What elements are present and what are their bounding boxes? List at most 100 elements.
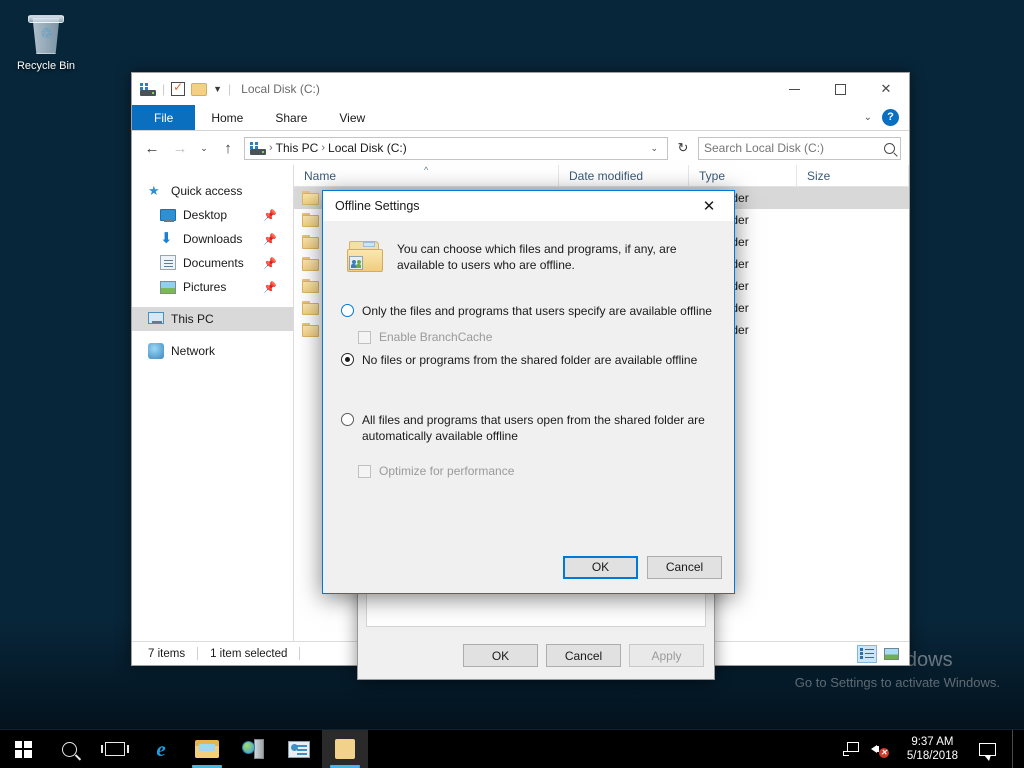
folder-icon xyxy=(302,323,319,337)
dialog-footer[interactable]: OK Cancel xyxy=(323,541,734,593)
close-icon[interactable]: ✕ xyxy=(690,192,728,220)
this-pc-icon[interactable] xyxy=(140,82,156,96)
recent-locations-button[interactable]: ⌄ xyxy=(196,136,212,160)
explorer-titlebar[interactable]: | ▼ | Local Disk (C:) ✕ xyxy=(132,73,909,105)
task-view-button[interactable] xyxy=(92,730,138,768)
offline-options-group[interactable]: Only the files and programs that users s… xyxy=(337,303,720,478)
chevron-down-icon[interactable]: ▼ xyxy=(213,84,222,94)
sidebar-item-downloads[interactable]: ⬇ Downloads 📌 xyxy=(132,227,293,251)
cancel-button[interactable]: Cancel xyxy=(647,555,722,579)
checkbox-icon[interactable] xyxy=(358,464,371,478)
column-header-type[interactable]: Type xyxy=(689,164,797,187)
sidebar-item-quick-access[interactable]: ★ Quick access xyxy=(132,179,293,203)
breadcrumb-local-disk[interactable]: Local Disk (C:) xyxy=(328,141,407,155)
ribbon-right-controls[interactable]: ⌄ ? xyxy=(864,105,909,130)
search-input[interactable]: Search Local Disk (C:) xyxy=(698,136,901,160)
documents-icon xyxy=(160,255,176,271)
taskbar[interactable]: e ✕ 9:37 AM 5/18/2018 xyxy=(0,729,1024,768)
properties-icon[interactable] xyxy=(171,80,186,96)
pin-icon[interactable]: 📌 xyxy=(263,257,277,270)
radio-icon[interactable] xyxy=(341,353,354,366)
help-icon[interactable]: ? xyxy=(882,109,899,126)
folder-icon xyxy=(302,191,319,205)
volume-muted-icon[interactable]: ✕ xyxy=(870,742,889,758)
sidebar-item-this-pc[interactable]: This PC xyxy=(132,307,293,331)
navigation-bar[interactable]: ← → ⌄ ↑ › This PC › Local Disk (C:) ⌄ ↻ … xyxy=(132,131,909,165)
dialog-body: You can choose which files and programs,… xyxy=(323,221,734,541)
radio-option-no-files[interactable]: No files or programs from the shared fol… xyxy=(341,352,720,368)
folder-icon xyxy=(302,213,319,227)
dialog-titlebar[interactable]: Offline Settings ✕ xyxy=(323,191,734,221)
up-button[interactable]: ↑ xyxy=(216,136,240,160)
ok-button[interactable]: OK xyxy=(463,644,538,667)
tab-home[interactable]: Home xyxy=(195,105,259,130)
taskbar-app-file-explorer[interactable] xyxy=(184,730,230,768)
tab-share[interactable]: Share xyxy=(259,105,323,130)
refresh-button[interactable]: ↻ xyxy=(672,137,694,160)
sidebar-item-network[interactable]: Network xyxy=(132,339,293,363)
pin-icon[interactable]: 📌 xyxy=(263,233,277,246)
clock[interactable]: 9:37 AM 5/18/2018 xyxy=(903,735,962,763)
sidebar-item-label: Desktop xyxy=(183,208,228,222)
close-button[interactable]: ✕ xyxy=(863,73,909,105)
sidebar-item-documents[interactable]: Documents 📌 xyxy=(132,251,293,275)
tab-view[interactable]: View xyxy=(323,105,381,130)
tab-file[interactable]: File xyxy=(132,105,196,130)
sidebar-item-label: This PC xyxy=(171,312,214,326)
pin-icon[interactable]: 📌 xyxy=(263,281,277,294)
start-button[interactable] xyxy=(0,730,46,768)
quick-access-toolbar[interactable]: | ▼ | xyxy=(140,80,231,96)
cancel-button[interactable]: Cancel xyxy=(546,644,621,667)
forward-button[interactable]: → xyxy=(168,136,192,160)
radio-icon[interactable] xyxy=(341,413,354,426)
show-desktop-button[interactable] xyxy=(1012,729,1018,768)
search-button[interactable] xyxy=(46,730,92,768)
radio-option-users-specify[interactable]: Only the files and programs that users s… xyxy=(341,303,720,319)
navigation-pane[interactable]: ★ Quick access Desktop 📌 ⬇ Downloads 📌 D… xyxy=(132,165,293,641)
pictures-icon xyxy=(160,279,176,295)
breadcrumb-this-pc[interactable]: This PC xyxy=(276,141,319,155)
checkbox-icon[interactable] xyxy=(358,330,371,344)
radio-option-all-files[interactable]: All files and programs that users open f… xyxy=(341,412,713,444)
properties-dialog-buttons[interactable]: OK Cancel Apply xyxy=(463,644,704,667)
column-header-date-modified[interactable]: Date modified xyxy=(559,164,689,187)
checkbox-enable-branchcache[interactable]: Enable BranchCache xyxy=(358,330,720,344)
ok-button[interactable]: OK xyxy=(563,555,638,579)
search-icon[interactable] xyxy=(884,142,895,154)
view-buttons[interactable] xyxy=(857,644,909,663)
ribbon-tabs[interactable]: File Home Share View ⌄ ? xyxy=(132,105,909,131)
taskbar-app-local-disk-window[interactable] xyxy=(322,730,368,768)
taskbar-app-internet-explorer[interactable]: e xyxy=(138,730,184,768)
action-center-button[interactable] xyxy=(972,742,1002,761)
radio-label: Only the files and programs that users s… xyxy=(362,304,712,318)
maximize-button[interactable] xyxy=(817,73,863,105)
checkbox-label: Enable BranchCache xyxy=(379,330,493,344)
search-placeholder: Search Local Disk (C:) xyxy=(704,141,825,155)
details-view-button[interactable] xyxy=(857,644,877,663)
window-controls[interactable]: ✕ xyxy=(771,73,909,105)
sidebar-item-desktop[interactable]: Desktop 📌 xyxy=(132,203,293,227)
minimize-button[interactable] xyxy=(771,73,817,105)
offline-settings-dialog[interactable]: Offline Settings ✕ You can choose which … xyxy=(322,190,735,594)
taskbar-app-server-manager[interactable] xyxy=(230,730,276,768)
address-bar[interactable]: › This PC › Local Disk (C:) ⌄ xyxy=(244,136,668,160)
radio-icon[interactable] xyxy=(341,304,354,317)
folder-icon xyxy=(302,301,319,315)
new-folder-icon[interactable] xyxy=(191,82,208,96)
system-tray[interactable]: ✕ 9:37 AM 5/18/2018 xyxy=(837,729,1024,768)
back-button[interactable]: ← xyxy=(140,136,164,160)
pin-icon[interactable]: 📌 xyxy=(263,209,277,222)
chevron-down-icon[interactable]: ⌄ xyxy=(864,112,872,123)
tray-icons[interactable]: ✕ xyxy=(837,742,893,758)
chevron-down-icon[interactable]: ⌄ xyxy=(645,143,663,154)
taskbar-app-control-panel[interactable] xyxy=(276,730,322,768)
checkbox-optimize-performance[interactable]: Optimize for performance xyxy=(358,464,720,478)
breadcrumb-separator: › xyxy=(269,142,273,154)
network-icon[interactable] xyxy=(842,742,859,756)
large-icons-view-button[interactable] xyxy=(881,645,901,663)
column-headers[interactable]: Name Date modified Type Size ^ xyxy=(294,164,909,187)
column-header-size[interactable]: Size xyxy=(797,164,909,187)
desktop-icon-recycle-bin[interactable]: ♲ Recycle Bin xyxy=(8,8,84,73)
sidebar-item-pictures[interactable]: Pictures 📌 xyxy=(132,275,293,299)
apply-button[interactable]: Apply xyxy=(629,644,704,667)
